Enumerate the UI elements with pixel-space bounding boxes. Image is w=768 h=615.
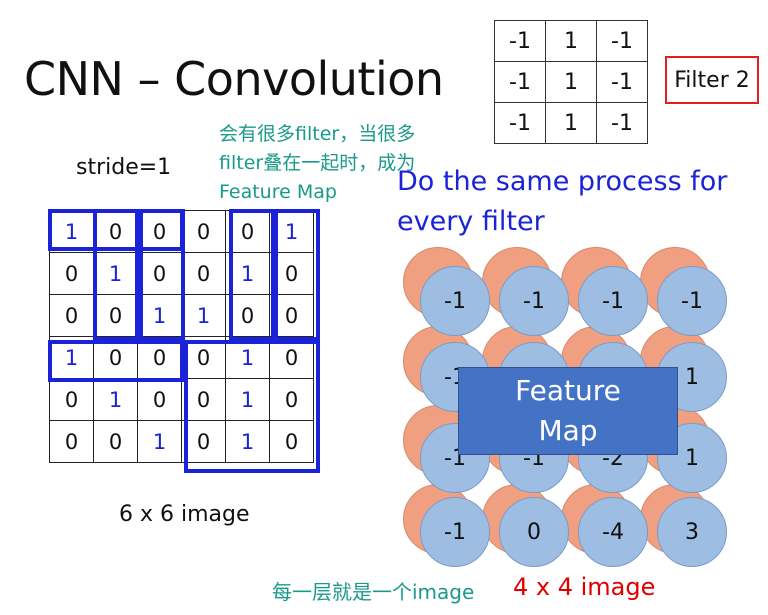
image-cell: 0 bbox=[49, 378, 94, 421]
feature-value-circle: -1 bbox=[420, 497, 490, 567]
feature-value-circle: -1 bbox=[657, 266, 727, 336]
filter-cell: 1 bbox=[545, 102, 597, 144]
feature-value-circle: -1 bbox=[499, 266, 569, 336]
feature-map-label: Feature Map bbox=[458, 367, 678, 455]
window-highlight bbox=[48, 340, 184, 382]
filter-row: -1 1 -1 bbox=[494, 20, 648, 62]
window-highlight bbox=[93, 209, 139, 341]
image-cell: 0 bbox=[137, 378, 182, 421]
feature-value-circle: 0 bbox=[499, 497, 569, 567]
image-cell: 0 bbox=[181, 252, 226, 295]
window-highlight bbox=[229, 209, 275, 341]
filter-cell: -1 bbox=[596, 61, 648, 103]
page-title: CNN – Convolution bbox=[24, 52, 444, 106]
filter-label: Filter 2 bbox=[665, 56, 759, 104]
feature-value-circle: -4 bbox=[578, 497, 648, 567]
filter-cell: -1 bbox=[596, 20, 648, 62]
image-cell: 1 bbox=[137, 420, 182, 463]
filter-row: -1 1 -1 bbox=[494, 102, 648, 144]
feature-map-label-line: Map bbox=[538, 414, 598, 447]
image-cell: 0 bbox=[49, 420, 94, 463]
image-cell: 0 bbox=[181, 210, 226, 253]
annotation-line: 会有很多filter，当很多 bbox=[219, 123, 416, 145]
filter-matrix: -1 1 -1 -1 1 -1 -1 1 -1 bbox=[494, 20, 648, 144]
process-text: Do the same process for every filter bbox=[397, 166, 728, 237]
feature-value-circle: -1 bbox=[420, 266, 490, 336]
window-highlight bbox=[139, 209, 185, 341]
image-cell: 1 bbox=[93, 378, 138, 421]
feature-map-label-line: Feature bbox=[515, 374, 621, 407]
image-cell: 0 bbox=[49, 294, 94, 337]
filter-cell: -1 bbox=[494, 61, 546, 103]
window-highlight bbox=[184, 340, 320, 473]
feature-value-circle: -1 bbox=[578, 266, 648, 336]
stride-label: stride=1 bbox=[76, 155, 172, 180]
bottom-caption-cn: 每一层就是一个image bbox=[272, 580, 475, 604]
filter-cell: -1 bbox=[494, 102, 546, 144]
filter-cell: 1 bbox=[545, 61, 597, 103]
filter-cell: -1 bbox=[596, 102, 648, 144]
window-highlight bbox=[274, 209, 320, 341]
filter-cell: -1 bbox=[494, 20, 546, 62]
feature-value-circle: 3 bbox=[657, 497, 727, 567]
filter-row: -1 1 -1 bbox=[494, 61, 648, 103]
image-cell: 0 bbox=[93, 420, 138, 463]
image-cell: 0 bbox=[49, 252, 94, 295]
filter-cell: 1 bbox=[545, 20, 597, 62]
image-caption: 6 x 6 image bbox=[119, 502, 250, 527]
image-cell: 1 bbox=[181, 294, 226, 337]
bottom-caption-red: 4 x 4 image bbox=[513, 573, 656, 601]
